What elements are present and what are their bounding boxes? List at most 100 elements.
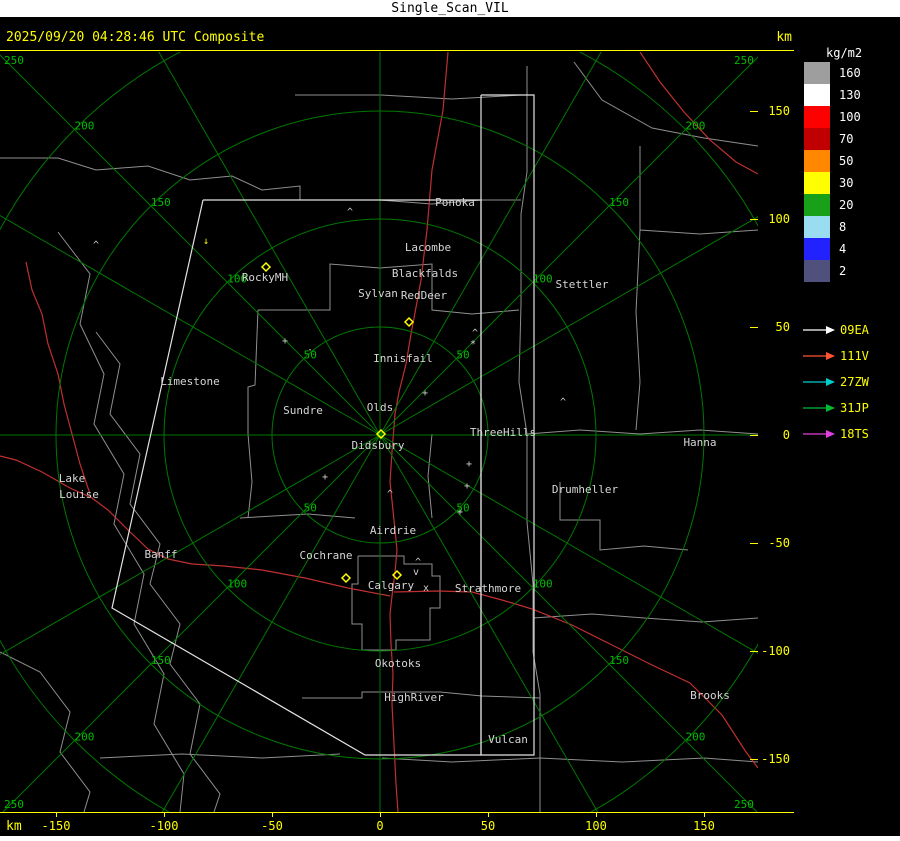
right-axis-tick-label: 150 — [768, 104, 790, 118]
map-marker: + — [282, 336, 288, 347]
site-arrow-label: 111V — [840, 349, 869, 363]
city-label: Sundre — [283, 404, 323, 417]
colorbar-value-label: 30 — [839, 176, 854, 190]
bottom-axis-tick-label: 50 — [480, 819, 496, 833]
bottom-axis-tick-label: -100 — [149, 819, 179, 833]
map-marker: ^ — [93, 240, 99, 251]
map-marker: ^ — [387, 489, 393, 500]
legend-panel: kg/m2 160 130 100 70 50 30 20 8 4 2 09EA 111V 27ZW 3… — [800, 17, 900, 836]
range-ring-label: 250 — [734, 54, 754, 67]
bottom-axis-tick-label: 150 — [693, 819, 715, 833]
county-boundary-line — [247, 309, 259, 519]
range-ring-label: 200 — [75, 730, 95, 743]
map-marker: * — [470, 339, 476, 350]
colorbar-swatch — [804, 62, 830, 84]
county-boundary-line — [0, 157, 301, 200]
colorbar-level: 130 — [804, 84, 861, 106]
bottom-axis-tick — [56, 813, 57, 817]
site-arrow-label: 27ZW — [840, 375, 869, 389]
range-ring-label: 250 — [4, 54, 24, 67]
city-label: Didsbury — [352, 439, 405, 452]
range-ring-label: 250 — [734, 798, 754, 811]
range-ring-label: 100 — [533, 578, 553, 591]
map-marker: ^ — [472, 328, 478, 339]
radar-map[interactable]: 5010015020025050100150200250501001502002… — [0, 52, 758, 812]
site-arrow-label: 31JP — [840, 401, 869, 415]
city-label: ThreeHills — [470, 426, 536, 439]
right-axis-unit-label: km — [776, 30, 792, 45]
map-marker: + — [466, 459, 472, 470]
range-ring-label: 50 — [304, 501, 317, 514]
right-axis-tick-label: -100 — [761, 644, 790, 658]
colorbar-value-label: 2 — [839, 264, 847, 278]
colorbar-swatch — [804, 84, 830, 106]
city-label: Sylvan — [358, 287, 398, 300]
range-ring-label: 150 — [609, 654, 629, 667]
colorbar-level: 20 — [804, 194, 861, 216]
city-label: Vulcan — [488, 733, 528, 746]
azimuth-line — [2, 434, 381, 812]
right-axis-tick-label: 50 — [775, 320, 790, 334]
site-arrow-icon — [803, 378, 835, 386]
colorbar-swatch — [804, 172, 830, 194]
city-label: Cochrane — [300, 549, 353, 562]
bottom-axis-tick-label: 0 — [376, 819, 384, 833]
site-arrow-icon — [803, 430, 835, 438]
top-divider — [0, 50, 794, 51]
site-arrow-icon — [803, 404, 835, 412]
range-ring-label: 100 — [533, 272, 553, 285]
site-arrow-row: 09EA — [802, 317, 869, 343]
colorbar-value-label: 20 — [839, 198, 854, 212]
map-marker: ^ — [560, 397, 566, 408]
colorbar-swatch — [804, 260, 830, 282]
city-label: Olds — [367, 401, 394, 414]
radar-site-marker — [260, 261, 272, 273]
site-arrow-row: 18TS — [802, 421, 869, 447]
city-label: Innisfail — [373, 352, 433, 365]
range-ring-label: 200 — [75, 120, 95, 133]
bottom-axis-tick — [380, 813, 381, 817]
colorbar-value-label: 50 — [839, 154, 854, 168]
colorbar-level: 4 — [804, 238, 861, 260]
bottom-axis-tick — [596, 813, 597, 817]
colorbar-value-label: 130 — [839, 88, 861, 102]
city-label: Strathmore — [455, 582, 521, 595]
city-label: HighRiver — [384, 691, 444, 704]
colorbar-swatch — [804, 216, 830, 238]
right-axis-tick-label: -150 — [761, 752, 790, 766]
range-ring-label: 200 — [685, 120, 705, 133]
bottom-axis-tick-label: 100 — [585, 819, 607, 833]
highway-line — [639, 52, 758, 175]
radar-site-marker — [403, 316, 415, 328]
city-label: Brooks — [690, 689, 730, 702]
bottom-axis-tick — [488, 813, 489, 817]
city-label: Louise — [59, 488, 99, 501]
county-boundary-line — [526, 429, 758, 435]
colorbar-unit-label: kg/m2 — [826, 46, 863, 60]
colorbar-swatch — [804, 128, 830, 150]
colorbar-levels: 160 130 100 70 50 30 20 8 4 2 — [804, 62, 861, 282]
map-marker: v — [413, 567, 419, 578]
map-marker: ^ — [347, 207, 353, 218]
city-label: Limestone — [160, 375, 220, 388]
map-marker: + — [322, 472, 328, 483]
site-arrow-label: 09EA — [840, 323, 869, 337]
colorbar-level: 160 — [804, 62, 861, 84]
right-axis-tick-label: -50 — [768, 536, 790, 550]
site-arrow-icon — [803, 352, 835, 360]
colorbar-value-label: 8 — [839, 220, 847, 234]
city-label: Blackfalds — [392, 267, 458, 280]
right-axis-tick-label: 100 — [768, 212, 790, 226]
site-arrow-row: 31JP — [802, 395, 869, 421]
city-label: Hanna — [683, 436, 716, 449]
bottom-axis-unit-label: km — [6, 819, 22, 834]
city-label: RedDeer — [401, 289, 448, 302]
scan-timestamp: 2025/09/20 04:28:46 UTC Composite — [6, 30, 265, 45]
colorbar-value-label: 70 — [839, 132, 854, 146]
range-ring-label: 150 — [151, 196, 171, 209]
map-marker: + — [422, 388, 428, 399]
city-label: Airdrie — [370, 524, 416, 537]
range-ring-label: 100 — [227, 578, 247, 591]
site-arrow-row: 111V — [802, 343, 869, 369]
colorbar-level: 70 — [804, 128, 861, 150]
